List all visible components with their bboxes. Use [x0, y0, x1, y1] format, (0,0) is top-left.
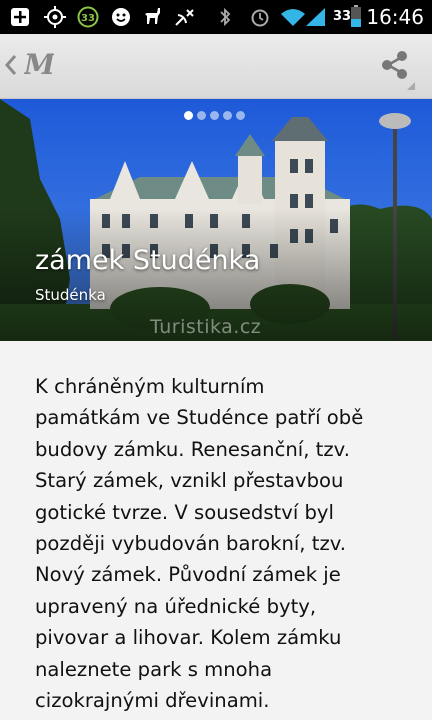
description-line: cizokrajnými dřevinami.	[35, 689, 270, 713]
app-logo-text: M	[24, 48, 54, 80]
battery-icon	[351, 5, 361, 27]
share-icon[interactable]	[380, 50, 410, 84]
description-line: Nový zámek. Původní zámek je	[35, 563, 341, 587]
battery-level: 33	[333, 9, 352, 24]
signal-icon	[305, 7, 327, 27]
description-line: naleznete park s mnoha	[35, 657, 273, 681]
add-box-icon	[10, 7, 30, 27]
carousel-dot-1[interactable]	[184, 111, 193, 120]
alarm-icon	[250, 7, 270, 27]
notification-count: 33	[81, 13, 95, 24]
back-chevron-icon[interactable]	[4, 53, 18, 81]
action-bar: M	[0, 34, 432, 99]
carousel-dot-4[interactable]	[223, 111, 232, 120]
description-line: památkám ve Studénce patří obě	[35, 406, 364, 430]
place-title: zámek Studénka	[35, 245, 261, 276]
hero-image-carousel[interactable]: zámek Studénka Studénka Turistika.cz	[0, 99, 432, 341]
smiley-icon	[111, 7, 131, 27]
gps-icon	[44, 6, 66, 28]
description-line: gotické tvrze. V sousedství byl	[35, 500, 334, 524]
overflow-indicator	[407, 82, 415, 90]
clock: 16:46	[366, 5, 424, 29]
app-logo-icon[interactable]: M	[23, 48, 56, 84]
notification-count-icon: 33	[77, 6, 99, 28]
carousel-dot-2[interactable]	[197, 111, 206, 120]
carousel-indicator[interactable]	[184, 111, 245, 120]
place-location: Studénka	[35, 286, 106, 304]
image-watermark: Turistika.cz	[150, 316, 262, 338]
status-bar: 33 33 16:46	[0, 0, 432, 34]
llama-icon	[143, 7, 165, 27]
wifi-icon	[280, 7, 306, 27]
bluetooth-icon	[218, 7, 232, 27]
description-line: pivovar a lihovar. Kolem zámku	[35, 626, 342, 650]
description-line: upravený na úřednické byty,	[35, 594, 317, 618]
description-line: Starý zámek, vznikl přestavbou	[35, 469, 344, 493]
description-line: budovy zámku. Renesanční, tzv.	[35, 437, 350, 461]
satellite-icon	[174, 7, 196, 27]
description-line: později vybudován barokní, tzv.	[35, 532, 347, 556]
carousel-dot-5[interactable]	[236, 111, 245, 120]
place-description: K chráněným kulturním památkám ve Studén…	[35, 371, 405, 716]
carousel-dot-3[interactable]	[210, 111, 219, 120]
castle-photo	[0, 99, 432, 341]
description-line: K chráněným kulturním	[35, 375, 265, 398]
